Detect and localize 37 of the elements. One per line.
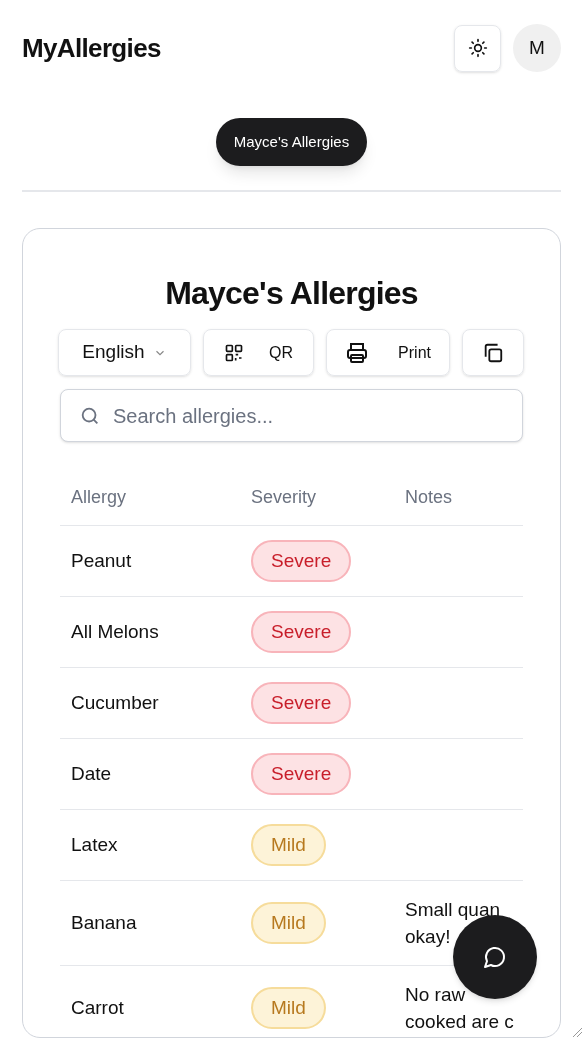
user-avatar[interactable]: M — [513, 24, 561, 72]
table-cell-text: okay! — [405, 925, 451, 949]
card-title: Mayce's Allergies — [165, 275, 418, 311]
table-cell: Date — [71, 762, 112, 784]
profile-tab[interactable]: Mayce's Allergies — [215, 118, 368, 166]
severity-badge: Severe — [251, 539, 352, 583]
table-cell: Cucumber — [71, 691, 159, 713]
severity-badge: Severe — [251, 752, 352, 796]
language-select[interactable]: English — [58, 329, 191, 376]
qr-code-icon — [224, 342, 244, 363]
search-field[interactable]: Search allergies... — [60, 389, 523, 442]
severity-badge: Mild — [251, 823, 326, 867]
table-cell-text: cooked are c — [405, 1010, 514, 1034]
severity-badge: Mild — [251, 901, 326, 945]
theme-toggle-button[interactable] — [454, 24, 501, 72]
table-cell: Carrot — [71, 996, 124, 1018]
table-cell: Banana — [71, 911, 137, 933]
sun-icon — [467, 38, 488, 58]
qr-button[interactable]: QR — [203, 329, 314, 376]
copy-button[interactable] — [462, 329, 524, 376]
table-cell: Peanut — [71, 549, 132, 571]
search-input[interactable]: Search allergies... — [113, 400, 504, 431]
chat-bubble-icon — [483, 945, 507, 969]
column-header: Severity — [251, 487, 317, 507]
severity-badge: Severe — [251, 681, 352, 725]
column-header: Allergy — [71, 487, 127, 507]
severity-badge: Mild — [251, 986, 326, 1030]
table-cell: Latex — [71, 833, 118, 855]
severity-badge: Severe — [251, 610, 352, 654]
app-title: MyAllergies — [22, 31, 161, 65]
copy-icon — [482, 341, 504, 364]
printer-icon — [345, 340, 369, 365]
table-cell-text: No raw — [405, 983, 466, 1007]
column-header: Notes — [405, 487, 453, 507]
table-cell: All Melons — [71, 620, 159, 642]
print-button[interactable]: Print — [326, 329, 450, 376]
resize-grip-icon — [572, 1027, 582, 1037]
